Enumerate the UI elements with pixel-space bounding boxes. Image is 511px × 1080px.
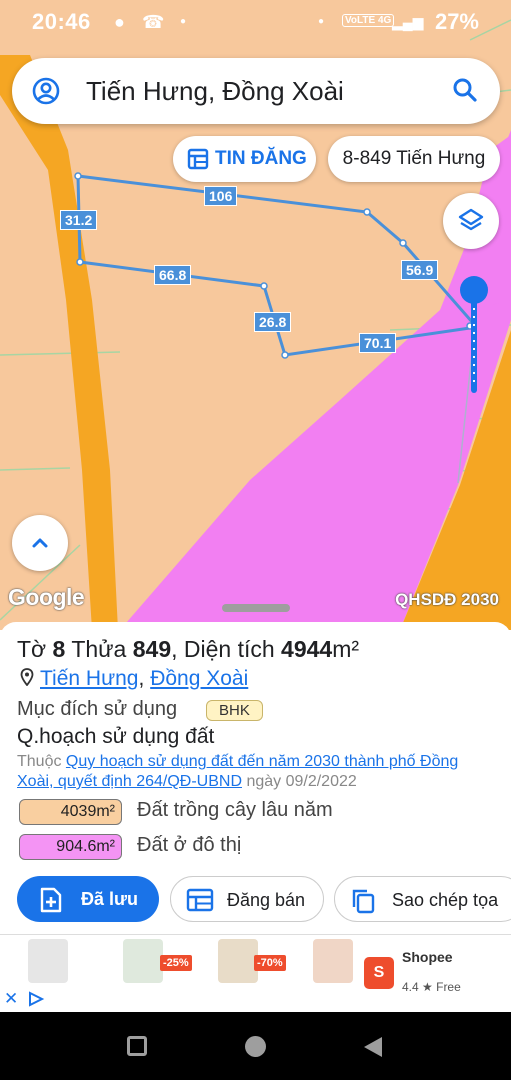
- post-button-label: Đăng bán: [227, 890, 306, 910]
- missed-call-icon: ☎: [142, 12, 165, 32]
- parcel-title: Tờ 8 Thửa 849, Diện tích 4944m²: [17, 636, 359, 663]
- ad-product-image[interactable]: [313, 939, 353, 983]
- network-indicator: VoLTE 4G: [342, 14, 395, 27]
- back-icon[interactable]: [360, 1034, 386, 1060]
- sheet-drag-handle[interactable]: [222, 604, 290, 612]
- search-query[interactable]: Tiến Hưng, Đồng Xoài: [86, 76, 344, 107]
- listing-grid-icon: [187, 148, 209, 170]
- layer-label: QHSDĐ 2030: [395, 590, 499, 609]
- plan-date: ngày 09/2/2022: [246, 773, 357, 790]
- copy-icon: [352, 889, 375, 914]
- area-unit: m²: [332, 636, 360, 662]
- home-icon[interactable]: [245, 1036, 266, 1057]
- listing-chip-label: TIN ĐĂNG: [215, 148, 307, 169]
- copy-button-label: Sao chép tọa: [392, 890, 499, 910]
- ad-product-image[interactable]: [218, 939, 258, 983]
- purpose-code-badge: BHK: [206, 700, 263, 721]
- ward-link[interactable]: Tiến Hưng: [40, 667, 139, 690]
- recent-apps-icon[interactable]: [127, 1036, 147, 1056]
- layers-icon: [458, 208, 484, 231]
- sheet-prefix: Tờ: [17, 636, 47, 662]
- battery-level: 27%: [434, 9, 479, 34]
- dimension-label: 70.1: [359, 333, 397, 353]
- discount-badge: -70%: [254, 955, 286, 971]
- parcel-number: 849: [132, 636, 172, 662]
- chevron-up-icon: [32, 538, 48, 548]
- zone-area: 4039m²: [19, 799, 122, 825]
- dot-icon: ●: [180, 16, 187, 27]
- ad-product-image[interactable]: [28, 939, 68, 983]
- parcel-info-sheet: Tờ 8 Thửa 849, Diện tích 4944m² Tiến Hưn…: [0, 604, 511, 934]
- saved-button[interactable]: Đã lưu: [17, 876, 159, 922]
- ad-close-icon[interactable]: ✕: [4, 989, 18, 1009]
- status-bar: 20:46 ● ☎ ● ● VoLTE 4G ▂▄▆ 27%: [0, 0, 511, 44]
- listing-grid-icon: [186, 888, 214, 912]
- system-nav-bar: [0, 1012, 511, 1080]
- search-icon[interactable]: [452, 77, 478, 103]
- account-icon[interactable]: [32, 77, 60, 105]
- google-logo: Google: [8, 584, 85, 610]
- signal-icon: ▂▄▆: [392, 14, 424, 30]
- discount-badge: -25%: [160, 955, 192, 971]
- dimension-label: 56.9: [401, 260, 439, 280]
- ad-shop-card[interactable]: S Shopee 4.4 ★ Free: [358, 935, 511, 1013]
- listing-chip[interactable]: TIN ĐĂNG: [173, 136, 316, 182]
- sheet-number: 8: [52, 636, 66, 662]
- add-document-icon: [40, 887, 62, 913]
- location-separator: ,: [138, 667, 145, 690]
- map-view[interactable]: 106 31.2 66.8 26.8 70.1 56.9 20:46 ● ☎ ●…: [0, 0, 511, 630]
- saved-button-label: Đã lưu: [81, 889, 139, 909]
- purpose-label: Mục đích sử dụng: [17, 698, 178, 720]
- zone-label: Đất ở đô thị: [137, 834, 242, 856]
- chat-icon: ●: [114, 12, 125, 32]
- city-link[interactable]: Đồng Xoài: [150, 667, 248, 690]
- parcel-prefix: Thửa: [71, 636, 127, 662]
- ad-choices-icon[interactable]: [27, 991, 45, 1007]
- copy-coordinates-button[interactable]: Sao chép tọa: [334, 876, 511, 922]
- post-for-sale-button[interactable]: Đăng bán: [170, 876, 324, 922]
- ad-rating: 4.4 ★ Free: [402, 980, 461, 994]
- plan-title: Q.hoạch sử dụng đất: [17, 725, 215, 748]
- ad-banner[interactable]: -25% -70% S Shopee 4.4 ★ Free ✕: [0, 934, 511, 1013]
- plan-description: Thuộc Quy hoạch sử dụng đất đến năm 2030…: [17, 752, 497, 792]
- dimension-label: 31.2: [60, 210, 98, 230]
- plan-prefix: Thuộc: [17, 753, 62, 770]
- plan-link[interactable]: Quy hoạch sử dụng đất đến năm 2030 thành…: [17, 753, 458, 790]
- layers-button[interactable]: [443, 193, 499, 249]
- shopee-bag-icon: S: [364, 957, 394, 989]
- zone-label: Đất trồng cây lâu năm: [137, 799, 333, 821]
- ad-shop-name: Shopee: [402, 949, 453, 965]
- expand-up-button[interactable]: [12, 515, 68, 571]
- area-value: 4944: [281, 636, 333, 662]
- dimension-label: 66.8: [154, 265, 192, 285]
- address-chip[interactable]: 8-849 Tiến Hưng: [328, 136, 500, 182]
- dimension-label: 106: [204, 186, 238, 206]
- dot-icon: ●: [318, 16, 325, 27]
- location-row: Tiến Hưng, Đồng Xoài: [20, 667, 248, 691]
- dimension-label: 26.8: [254, 312, 292, 332]
- zone-area: 904.6m²: [19, 834, 122, 860]
- ad-product-image[interactable]: [123, 939, 163, 983]
- status-time: 20:46: [32, 9, 91, 34]
- location-pin-icon: [20, 668, 34, 687]
- screen: 106 31.2 66.8 26.8 70.1 56.9 20:46 ● ☎ ●…: [0, 0, 511, 1080]
- search-bar[interactable]: Tiến Hưng, Đồng Xoài: [12, 58, 500, 124]
- area-prefix: , Diện tích: [171, 636, 275, 662]
